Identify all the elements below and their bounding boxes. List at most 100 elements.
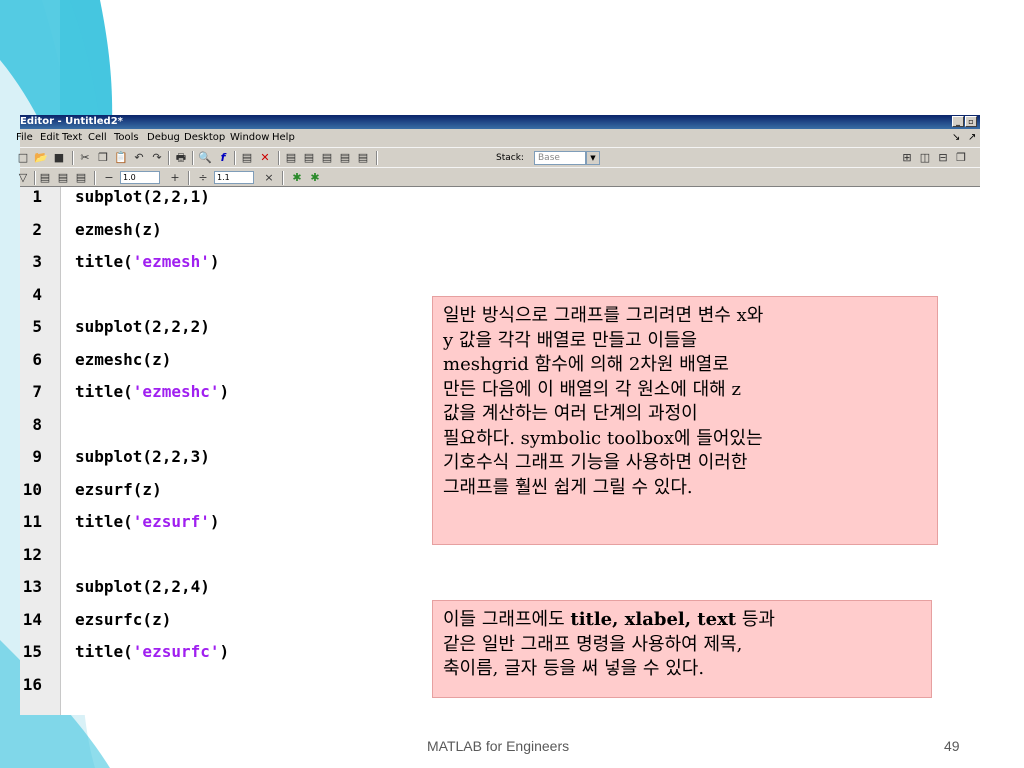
string-literal: 'ezsurf' [132, 512, 210, 531]
line-number: 6 [32, 349, 42, 369]
menu-desktop[interactable]: Desktop [184, 129, 225, 147]
copy-icon[interactable]: ❐ [96, 151, 110, 164]
line-number: 7 [32, 382, 42, 401]
line-number: 8 [32, 414, 42, 434]
cell-settings-icon[interactable]: ✱ [308, 171, 322, 184]
string-literal: 'ezmeshc' [132, 382, 220, 401]
print-icon[interactable]: 🖶 [174, 151, 188, 164]
toolbar-separator [188, 171, 190, 185]
cut-icon[interactable]: ✂ [78, 151, 92, 164]
multiply-icon[interactable]: × [262, 171, 276, 184]
float-window-icon[interactable]: ❐ [954, 151, 968, 164]
new-file-icon[interactable]: □ [16, 151, 30, 164]
code-line[interactable]: subplot(2,2,2) [75, 317, 210, 336]
code-text: ) [209, 252, 220, 271]
code-text: subplot(2,2,2) [75, 317, 210, 336]
undock-icon[interactable]: ↗ [968, 129, 976, 147]
eval-advance-icon[interactable]: ▤ [56, 171, 70, 184]
paste-icon[interactable]: 📋 [114, 151, 128, 164]
code-text: ezsurf(z) [75, 479, 162, 499]
cell-mode-icon[interactable]: ▽ [16, 171, 30, 184]
menu-cell[interactable]: Cell [88, 129, 107, 147]
breakpoint-set-icon[interactable]: ▤ [240, 151, 254, 164]
note-line: 값을 계산하는 여러 단계의 과정이 [443, 403, 698, 424]
editor-titlebar: Editor - Untitled2* _ ▫ [20, 115, 980, 129]
open-file-icon[interactable]: 📂 [34, 151, 48, 164]
code-text: title( [75, 642, 133, 661]
decrement-value-field[interactable]: 1.0 [120, 171, 160, 184]
minimize-button[interactable]: _ [952, 116, 964, 127]
step-icon[interactable]: ▤ [284, 151, 298, 164]
note-line: y 값을 각각 배열로 만들고 이들을 [443, 329, 698, 351]
code-line[interactable]: title('ezsurf') [75, 512, 220, 531]
note-text: 등과 [736, 609, 775, 630]
code-line[interactable]: ezmesh(z) [75, 220, 162, 239]
code-line[interactable]: ezsurfc(z) [75, 610, 171, 629]
code-text: ) [219, 642, 230, 661]
toolbar-separator [234, 151, 236, 165]
step-out-icon[interactable]: ▤ [320, 151, 334, 164]
code-text: ezmeshc(z) [75, 349, 172, 369]
code-line[interactable]: subplot(2,2,3) [75, 447, 210, 466]
note-bold-commands: title, xlabel, text [570, 609, 737, 630]
divide-value-field[interactable]: 1.1 [214, 171, 254, 184]
toolbar-separator [376, 151, 378, 165]
tile-horizontal-icon[interactable]: ⊟ [936, 151, 950, 164]
menu-tools[interactable]: Tools [114, 129, 139, 147]
stack-select[interactable]: Base [534, 151, 586, 165]
step-in-icon[interactable]: ▤ [302, 151, 316, 164]
editor-title: Editor - Untitled2* [20, 116, 123, 127]
tile-vertical-icon[interactable]: ◫ [918, 151, 932, 164]
restore-button[interactable]: ▫ [965, 116, 977, 127]
menu-debug[interactable]: Debug [147, 129, 180, 147]
save-icon[interactable]: ■ [52, 151, 66, 164]
function-icon[interactable]: f [216, 151, 230, 164]
divide-icon[interactable]: ÷ [196, 171, 210, 184]
menu-window[interactable]: Window [230, 129, 269, 147]
redo-icon[interactable]: ↷ [150, 151, 164, 164]
menu-text[interactable]: Text [62, 129, 82, 147]
line-number: 1 [32, 187, 42, 206]
code-line[interactable]: title('ezmeshc') [75, 382, 229, 401]
breakpoint-clear-icon[interactable]: ✕ [258, 151, 272, 164]
line-number: 16 [22, 674, 42, 694]
menu-file[interactable]: File [16, 129, 33, 147]
line-number: 11 [22, 512, 42, 531]
tile-grid-icon[interactable]: ⊞ [900, 151, 914, 164]
dock-icon[interactable]: ↘ [952, 129, 960, 147]
code-text: subplot(2,2,3) [75, 447, 210, 466]
menu-edit[interactable]: Edit [40, 129, 59, 147]
code-line[interactable]: ezsurf(z) [75, 480, 162, 499]
code-text: ) [209, 512, 220, 531]
line-number: 10 [22, 479, 42, 499]
toolbar-separator [72, 151, 74, 165]
menu-bar: File Edit Text Cell Tools Debug Desktop … [16, 129, 980, 147]
code-text: subplot(2,2,1) [75, 187, 210, 206]
line-number: 12 [22, 544, 42, 564]
eval-cell-icon[interactable]: ▤ [38, 171, 52, 184]
code-line[interactable]: ezmeshc(z) [75, 350, 171, 369]
note-line: 이들 그래프에도 title, xlabel, text 등과 [443, 608, 921, 633]
decrement-icon[interactable]: − [102, 171, 116, 184]
page-number: 49 [944, 738, 960, 754]
cell-options-icon[interactable]: ✱ [290, 171, 304, 184]
code-line[interactable]: title('ezsurfc') [75, 642, 229, 661]
chevron-down-icon[interactable]: ▼ [586, 151, 600, 165]
next-cell-icon[interactable]: ▤ [74, 171, 88, 184]
code-line[interactable]: subplot(2,2,1) [75, 187, 210, 206]
continue-icon[interactable]: ▤ [338, 151, 352, 164]
exit-debug-icon[interactable]: ▤ [356, 151, 370, 164]
increment-icon[interactable]: + [168, 171, 182, 184]
toolbar-separator [192, 151, 194, 165]
find-icon[interactable]: 🔍 [198, 151, 212, 164]
note-line: 같은 일반 그래프 명령을 사용하여 제목, [443, 633, 743, 655]
main-toolbar: □ 📂 ■ ✂ ❐ 📋 ↶ ↷ 🖶 🔍 f ▤ ✕ ▤ ▤ ▤ ▤ ▤ Stac… [18, 147, 980, 167]
menu-help[interactable]: Help [272, 129, 295, 147]
note-line: 필요하다. symbolic toolbox에 들어있는 [443, 427, 763, 449]
undo-icon[interactable]: ↶ [132, 151, 146, 164]
code-text: subplot(2,2,4) [75, 577, 210, 596]
code-line[interactable]: subplot(2,2,4) [75, 577, 210, 596]
code-line[interactable]: title('ezmesh') [75, 252, 220, 271]
code-text: title( [75, 512, 133, 531]
line-number: 14 [22, 609, 42, 629]
